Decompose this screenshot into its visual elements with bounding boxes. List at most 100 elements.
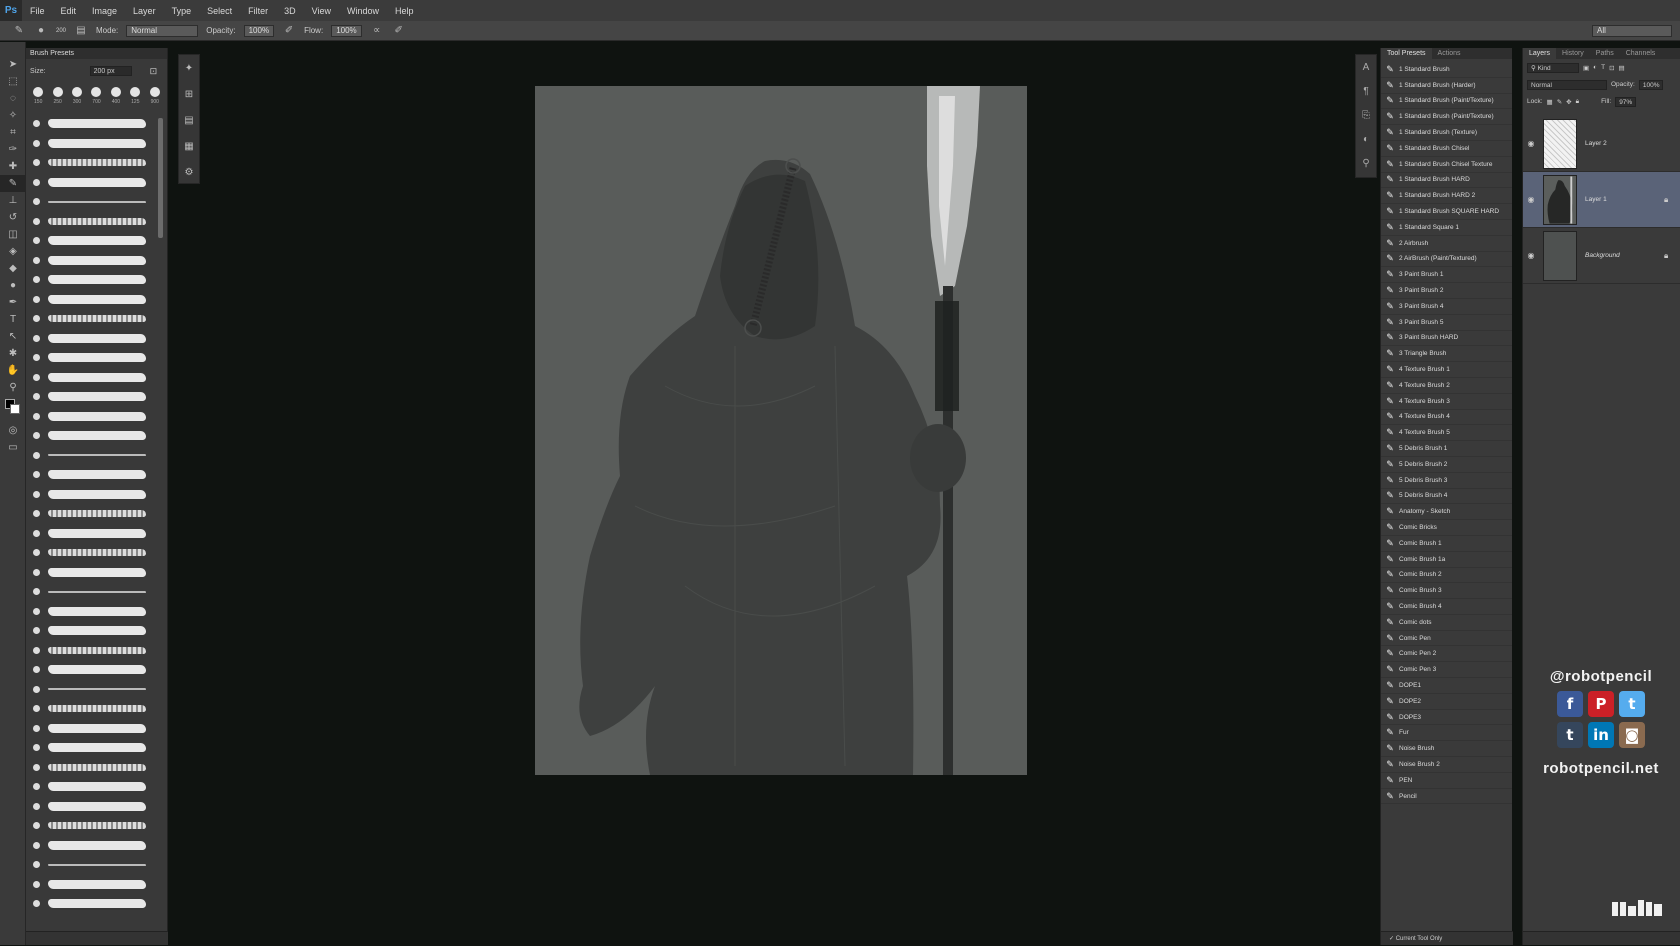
brush-preset-item[interactable] bbox=[26, 621, 168, 641]
tool-preset-item[interactable]: ✎ 3 Paint Brush 2 bbox=[1381, 283, 1512, 299]
brush-panel-toggle-icon[interactable]: ▤ bbox=[74, 25, 88, 37]
fill-field[interactable]: 97% bbox=[1615, 96, 1637, 107]
tool-preset-item[interactable]: ✎ 3 Paint Brush 4 bbox=[1381, 299, 1512, 315]
tool-preset-item[interactable]: ✎ Comic Bricks bbox=[1381, 520, 1512, 536]
brush-preset-item[interactable] bbox=[26, 524, 168, 544]
tool-preset-item[interactable]: ✎ Comic Pen 3 bbox=[1381, 662, 1512, 679]
healing-tool-icon[interactable]: ✚ bbox=[0, 158, 26, 175]
tool-preset-item[interactable]: ✎ 4 Texture Brush 1 bbox=[1381, 362, 1512, 378]
filter-smart-icon[interactable]: ▤ bbox=[1619, 64, 1625, 72]
tool-preset-item[interactable]: ✎ 4 Texture Brush 2 bbox=[1381, 378, 1512, 394]
tool-preset-item[interactable]: ✎ 2 AirBrush (Paint/Textured) bbox=[1381, 252, 1512, 268]
airbrush-icon[interactable]: ∝ bbox=[370, 25, 384, 37]
menu-filter[interactable]: Filter bbox=[240, 6, 276, 16]
tool-presets-icon[interactable]: ⊞ bbox=[179, 81, 199, 107]
brush-preset-item[interactable] bbox=[26, 602, 168, 622]
tool-preset-item[interactable]: ✎ PEN bbox=[1381, 773, 1512, 789]
lasso-tool-icon[interactable]: ◌ bbox=[0, 90, 26, 107]
tool-preset-item[interactable]: ✎ 3 Paint Brush 1 bbox=[1381, 267, 1512, 284]
brush-preset-item[interactable] bbox=[26, 348, 168, 368]
tool-preset-item[interactable]: ✎ 5 Debris Brush 1 bbox=[1381, 441, 1512, 457]
tool-preset-item[interactable]: ✎ 3 Paint Brush HARD bbox=[1381, 331, 1512, 347]
menu-3d[interactable]: 3D bbox=[276, 6, 304, 16]
flow-field[interactable]: 100% bbox=[331, 24, 362, 37]
tool-preset-item[interactable]: ✎ 1 Standard Brush (Harder) bbox=[1381, 78, 1512, 94]
visibility-eye-icon[interactable]: ◉ bbox=[1523, 251, 1539, 260]
adjustments-icon[interactable]: ◐ bbox=[1356, 127, 1376, 151]
filter-adjustment-icon[interactable]: ◐ bbox=[1593, 64, 1597, 71]
brush-tip[interactable]: 700 bbox=[88, 87, 104, 105]
brush-preset-item[interactable] bbox=[26, 231, 168, 251]
brush-tool-icon[interactable]: ✎ bbox=[0, 175, 26, 192]
brush-preset-item[interactable] bbox=[26, 660, 168, 680]
brush-preset-item[interactable] bbox=[26, 582, 168, 602]
tool-preset-item[interactable]: ✎ Noise Brush bbox=[1381, 741, 1512, 758]
tool-preset-item[interactable]: ✎ Anatomy - Sketch bbox=[1381, 504, 1512, 521]
brush-preset-item[interactable] bbox=[26, 719, 168, 739]
lock-all-icon[interactable]: 🔒︎ bbox=[1576, 98, 1579, 106]
marquee-tool-icon[interactable]: ⬚ bbox=[0, 73, 26, 90]
menu-help[interactable]: Help bbox=[387, 6, 422, 16]
tool-preset-item[interactable]: ✎ Comic Brush 1a bbox=[1381, 552, 1512, 568]
blend-mode-select[interactable]: Normal bbox=[1527, 79, 1607, 90]
visibility-eye-icon[interactable]: ◉ bbox=[1523, 195, 1539, 204]
tool-preset-item[interactable]: ✎ 4 Texture Brush 5 bbox=[1381, 425, 1512, 442]
brush-preset-item[interactable] bbox=[26, 114, 168, 134]
brush-preset-item[interactable] bbox=[26, 816, 168, 836]
lock-transparent-icon[interactable]: ▦ bbox=[1547, 98, 1553, 106]
tool-preset-item[interactable]: ✎ Comic Brush 1 bbox=[1381, 536, 1512, 552]
brush-preset-item[interactable] bbox=[26, 894, 168, 914]
menu-layer[interactable]: Layer bbox=[125, 6, 164, 16]
tool-preset-item[interactable]: ✎ Fur bbox=[1381, 725, 1512, 742]
brush-preset-item[interactable] bbox=[26, 387, 168, 407]
swatches-icon[interactable]: ▦ bbox=[179, 133, 199, 159]
canvas-area[interactable] bbox=[200, 42, 1350, 945]
dodge-tool-icon[interactable]: ● bbox=[0, 277, 26, 294]
layer-row-layer-1[interactable]: ◉ Layer 1 🔒︎ bbox=[1523, 172, 1680, 228]
pressure-opacity-icon[interactable]: ✐ bbox=[282, 25, 296, 37]
type-tool-icon[interactable]: T bbox=[0, 311, 26, 328]
brush-preset-item[interactable] bbox=[26, 368, 168, 388]
tool-preset-item[interactable]: ✎ 1 Standard Brush SQUARE HARD bbox=[1381, 204, 1512, 220]
tab-channels[interactable]: Channels bbox=[1620, 48, 1662, 59]
menu-view[interactable]: View bbox=[304, 6, 339, 16]
tool-preset-item[interactable]: ✎ 1 Standard Brush HARD bbox=[1381, 173, 1512, 189]
mode-select[interactable]: Normal bbox=[126, 24, 199, 37]
layer-opacity-field[interactable]: 100% bbox=[1638, 79, 1664, 90]
navigator-icon[interactable]: ⚙ bbox=[179, 159, 199, 185]
brush-preset-item[interactable] bbox=[26, 134, 168, 154]
brush-preset-item[interactable] bbox=[26, 738, 168, 758]
size-field[interactable]: 200 px bbox=[89, 66, 132, 76]
document-canvas[interactable] bbox=[535, 86, 1027, 775]
brush-tip[interactable]: 300 bbox=[69, 87, 85, 105]
tab-actions[interactable]: Actions bbox=[1432, 48, 1467, 59]
brush-preset-item[interactable] bbox=[26, 270, 168, 290]
brush-preset-item[interactable] bbox=[26, 680, 168, 700]
brush-list-scrollbar[interactable] bbox=[158, 118, 163, 238]
brush-preset-item[interactable] bbox=[26, 446, 168, 466]
tab-layers[interactable]: Layers bbox=[1523, 48, 1557, 59]
stamp-tool-icon[interactable]: ⊥ bbox=[0, 192, 26, 209]
pressure-size-icon[interactable]: ✐ bbox=[392, 25, 406, 37]
paragraph-panel-icon[interactable]: ¶ bbox=[1356, 79, 1376, 103]
tab-tool-presets[interactable]: Tool Presets bbox=[1381, 48, 1432, 59]
menu-window[interactable]: Window bbox=[339, 6, 387, 16]
quick-select-tool-icon[interactable]: ✧ bbox=[0, 107, 26, 124]
hand-tool-icon[interactable]: ✋ bbox=[0, 362, 26, 379]
brush-preset-item[interactable] bbox=[26, 543, 168, 563]
brush-preset-item[interactable] bbox=[26, 777, 168, 797]
workspace-select[interactable]: All bbox=[1592, 24, 1672, 37]
tool-preset-item[interactable]: ✎ 1 Standard Brush (Paint/Texture) bbox=[1381, 109, 1512, 126]
tool-preset-item[interactable]: ✎ DOPE2 bbox=[1381, 694, 1512, 710]
color-swatches[interactable] bbox=[0, 396, 26, 422]
brush-tip[interactable]: 900 bbox=[147, 87, 163, 105]
brush-preset-item[interactable] bbox=[26, 192, 168, 212]
tool-preset-item[interactable]: ✎ 2 Airbrush bbox=[1381, 236, 1512, 252]
tool-preset-item[interactable]: ✎ Pencil bbox=[1381, 789, 1512, 805]
filter-shape-icon[interactable]: ⊡ bbox=[1609, 64, 1614, 72]
tool-preset-item[interactable]: ✎ DOPE3 bbox=[1381, 710, 1512, 726]
brush-tip[interactable]: 125 bbox=[127, 87, 143, 105]
tool-preset-item[interactable]: ✎ Comic Pen bbox=[1381, 631, 1512, 647]
tool-preset-item[interactable]: ✎ Comic Brush 4 bbox=[1381, 599, 1512, 615]
tool-preset-item[interactable]: ✎ Comic Pen 2 bbox=[1381, 646, 1512, 663]
